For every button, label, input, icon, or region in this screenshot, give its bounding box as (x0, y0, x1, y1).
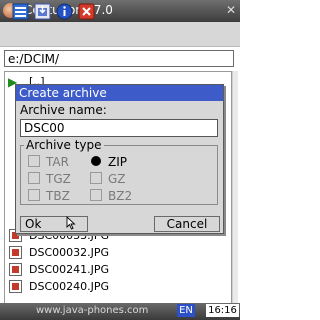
file-name: DSC00241.JPG (29, 263, 110, 276)
dialog-title: Create archive (16, 85, 223, 101)
path-input[interactable]: e:/DCIM/ (4, 50, 234, 67)
watermark-text: www.java-phones.com (36, 305, 149, 316)
option-tgz[interactable]: TGZ (28, 172, 88, 186)
checkbox-icon (90, 172, 102, 184)
clock: 16:16 (206, 304, 239, 317)
option-gz[interactable]: GZ (90, 172, 150, 186)
vertical-scrollbar[interactable] (232, 71, 238, 306)
archive-name-label: Archive name: (20, 103, 107, 117)
toolbar (0, 22, 240, 47)
image-file-icon (9, 280, 22, 293)
archive-type-label: Archive type (24, 138, 104, 152)
radio-selected-icon (91, 156, 101, 166)
ok-button[interactable]: Ok (20, 216, 88, 232)
option-tbz[interactable]: TBZ (28, 189, 88, 203)
mouse-cursor-icon (66, 215, 76, 230)
option-tar[interactable]: TAR (28, 155, 88, 169)
close-icon[interactable] (78, 3, 95, 20)
file-row[interactable]: DSC00241.JPG (5, 262, 225, 278)
image-file-icon (9, 263, 22, 276)
option-bz2[interactable]: BZ2 (90, 189, 150, 203)
archive-name-input[interactable]: DSC00 (20, 119, 218, 137)
option-zip[interactable]: ZIP (90, 155, 150, 169)
info-icon[interactable] (56, 3, 73, 20)
list-view-icon[interactable] (12, 3, 29, 20)
file-name: DSC00032.JPG (29, 246, 110, 259)
checkbox-icon (28, 155, 40, 167)
checkbox-icon (90, 189, 102, 201)
file-name: DSC00240.JPG (29, 280, 110, 293)
cancel-button[interactable]: Cancel (154, 216, 220, 232)
language-badge[interactable]: EN (177, 304, 195, 317)
file-row[interactable]: DSC00032.JPG (5, 245, 225, 261)
image-file-icon (9, 246, 22, 259)
archive-icon[interactable] (34, 3, 51, 20)
create-archive-dialog: Create archive Archive name: DSC00 Archi… (15, 84, 224, 234)
window-close-icon[interactable]: ✕ (224, 3, 238, 17)
file-row[interactable]: DSC00240.JPG (5, 279, 225, 295)
checkbox-icon (28, 189, 40, 201)
checkbox-icon (28, 172, 40, 184)
